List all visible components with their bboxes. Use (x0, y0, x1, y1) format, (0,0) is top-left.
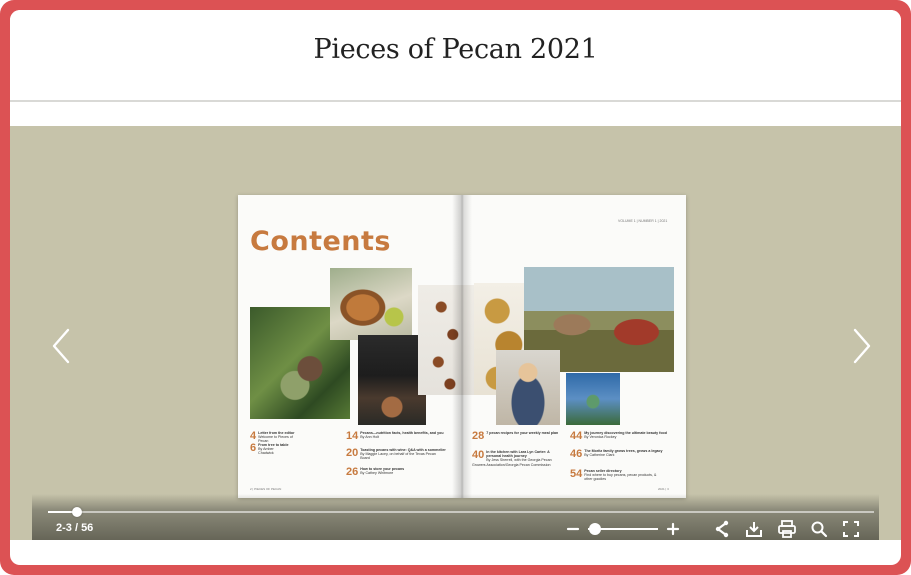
download-icon (746, 522, 762, 537)
progress-handle[interactable] (72, 507, 82, 517)
minus-icon (566, 527, 580, 531)
masthead: VOLUME 1 | NUMBER 1 | 2021 (618, 219, 668, 223)
zoom-handle[interactable] (589, 523, 601, 535)
page-indicator: 2-3 / 56 (56, 522, 94, 534)
spread-gutter (452, 195, 472, 498)
zoom-out-button[interactable] (562, 518, 584, 540)
share-icon (715, 520, 729, 538)
header-spacer (10, 104, 901, 126)
share-button[interactable] (711, 518, 733, 540)
flipbook-window: Pieces of Pecan 2021 Contents VOLUME 1 |… (10, 10, 901, 565)
print-button[interactable] (776, 518, 798, 540)
flipbook-viewer: Contents VOLUME 1 | NUMBER 1 | 2021 4 Let… (10, 126, 901, 540)
zoom-in-button[interactable] (662, 518, 684, 540)
next-page-button[interactable] (849, 326, 875, 366)
contents-heading: Contents (250, 226, 392, 257)
search-button[interactable] (808, 518, 830, 540)
page-progress-slider[interactable] (48, 507, 874, 517)
print-icon (778, 520, 796, 538)
beauty-portrait-photo (566, 373, 620, 425)
wine-pecans-photo (358, 335, 426, 425)
header: Pieces of Pecan 2021 (10, 10, 901, 102)
right-page-footer: 2021 | 3 (658, 487, 669, 491)
plus-icon (666, 522, 680, 536)
magazine-spread[interactable]: Contents VOLUME 1 | NUMBER 1 | 2021 4 Let… (238, 195, 686, 498)
download-button[interactable] (743, 518, 765, 540)
previous-page-button[interactable] (48, 326, 74, 366)
control-bar: 2-3 / 56 (32, 494, 879, 540)
pecan-jar-photo (330, 268, 412, 340)
fullscreen-button[interactable] (840, 518, 862, 540)
app-frame: Pieces of Pecan 2021 Contents VOLUME 1 |… (0, 0, 911, 575)
left-page-footer: 2 | PIECES OF PECAN (250, 487, 282, 491)
document-title: Pieces of Pecan 2021 (313, 34, 598, 65)
search-icon (811, 521, 828, 538)
fullscreen-icon (843, 521, 859, 537)
chevron-left-icon (52, 328, 70, 364)
chef-kitchen-photo (496, 350, 560, 425)
chevron-right-icon (853, 328, 871, 364)
